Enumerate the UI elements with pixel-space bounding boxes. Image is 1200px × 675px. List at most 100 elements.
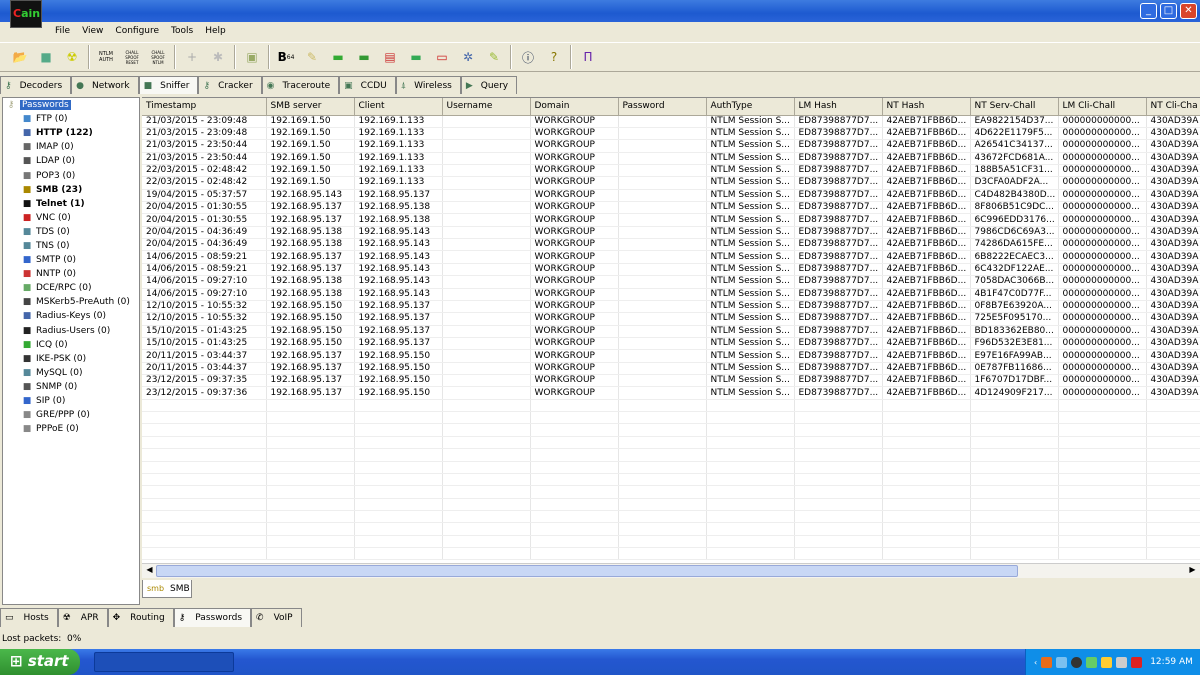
menu-help[interactable]: Help <box>205 26 226 36</box>
chall-spoof-ntlm-icon[interactable]: CHALL SPOOF NTLM <box>148 47 168 67</box>
tab-traceroute[interactable]: ◉ Traceroute <box>261 76 340 94</box>
tree-item-mysql[interactable]: ■ MySQL (0) <box>3 366 139 380</box>
tree-item-snmp[interactable]: ■ SNMP (0) <box>3 380 139 394</box>
tree-item-tns[interactable]: ■ TNS (0) <box>3 239 139 253</box>
box-icon[interactable]: ▭ <box>432 47 452 67</box>
column-header-nt-serv-chall[interactable]: NT Serv-Chall <box>970 98 1059 116</box>
tree-item-smb[interactable]: ■ SMB (23) <box>3 183 139 197</box>
table-row[interactable]: 15/10/2015 - 01:43:25 192.168.95.150 192.1… <box>142 325 1200 338</box>
sub-tab-smb[interactable]: smb SMB <box>142 580 192 598</box>
bottom-tab-apr[interactable]: ☢ APR <box>57 608 108 627</box>
tab-cracker[interactable]: ⚷ Cracker <box>198 76 262 94</box>
table-row[interactable]: 14/06/2015 - 08:59:21 192.168.95.137 192.1… <box>142 263 1200 277</box>
table-row[interactable]: 20/04/2015 - 01:30:55 192.168.95.137 192.1… <box>142 201 1200 215</box>
column-header-username[interactable]: Username <box>442 98 531 116</box>
tree-root-passwords[interactable]: ⚷ Passwords <box>3 98 139 112</box>
column-header-lm-cli-chall[interactable]: LM Cli-Chall <box>1058 98 1147 116</box>
tree-item-pop3[interactable]: ■ POP3 (0) <box>3 168 139 182</box>
scroll-left-icon[interactable]: ◀ <box>143 565 156 577</box>
start-button[interactable]: ⊞ start <box>0 649 80 675</box>
tree-item-dce-rpc[interactable]: ■ DCE/RPC (0) <box>3 281 139 295</box>
table-row[interactable]: 20/04/2015 - 04:36:49 192.168.95.138 192.1… <box>142 238 1200 252</box>
vnc-icon[interactable]: ▤ <box>380 47 400 67</box>
tree-item-radius-users[interactable]: ■ Radius-Users (0) <box>3 324 139 338</box>
sniffer-icon[interactable]: ■ <box>36 47 56 67</box>
clock[interactable]: 12:59 AM <box>1150 657 1193 667</box>
tray-app-icon[interactable] <box>1101 656 1113 668</box>
tree-item-telnet[interactable]: ■ Telnet (1) <box>3 197 139 211</box>
maximize-button[interactable]: □ <box>1160 3 1177 19</box>
chall-spoof-reset-icon[interactable]: CHALL SPOOF RESET <box>122 47 142 67</box>
column-header-smb-server[interactable]: SMB server <box>266 98 355 116</box>
rsa-icon[interactable]: ▬ <box>328 47 348 67</box>
tree-item-mskerb5-preauth[interactable]: ■ MSKerb5-PreAuth (0) <box>3 295 139 309</box>
table-row[interactable]: 12/10/2015 - 10:55:32 192.168.95.150 192.1… <box>142 300 1200 314</box>
menu-view[interactable]: View <box>82 26 103 36</box>
exit-icon[interactable]: Π <box>578 47 598 67</box>
menu-configure[interactable]: Configure <box>115 26 159 36</box>
menu-tools[interactable]: Tools <box>171 26 193 36</box>
table-row[interactable]: 21/03/2015 - 23:50:44 192.169.1.50 192.169… <box>142 139 1200 153</box>
table-row[interactable]: 19/04/2015 - 05:37:57 192.168.95.143 192.1… <box>142 189 1200 203</box>
table-row[interactable]: 20/04/2015 - 01:30:55 192.168.95.137 192.1… <box>142 213 1200 227</box>
tab-query[interactable]: ▶ Query <box>460 76 518 94</box>
info-icon[interactable]: ⓘ <box>518 47 538 67</box>
table-row[interactable]: 22/03/2015 - 02:48:42 192.169.1.50 192.169… <box>142 164 1200 178</box>
close-button[interactable]: ✕ <box>1180 3 1197 19</box>
tray-app-icon[interactable] <box>1041 656 1053 668</box>
edit-icon[interactable]: ✎ <box>484 47 504 67</box>
table-row[interactable]: 14/06/2015 - 08:59:21 192.168.95.137 192.1… <box>142 250 1200 264</box>
bottom-tab-routing[interactable]: ✥ Routing <box>107 608 174 627</box>
table-row[interactable]: 21/03/2015 - 23:09:48 192.169.1.50 192.169… <box>142 127 1200 141</box>
tab-decoders[interactable]: ⚷ Decoders <box>0 76 72 94</box>
bottom-tab-passwords[interactable]: ⚷ Passwords <box>173 608 252 627</box>
scroll-right-icon[interactable]: ▶ <box>1186 565 1199 577</box>
tray-app-icon[interactable] <box>1116 656 1128 668</box>
bottom-tab-hosts[interactable]: ▭ Hosts <box>0 608 58 627</box>
tray-expand-icon[interactable]: ‹ <box>1034 658 1037 667</box>
smb-table[interactable]: Timestamp SMB server Client Username Domain P… <box>142 97 1200 563</box>
open-icon[interactable]: 📂 <box>10 47 30 67</box>
table-row[interactable]: 20/11/2015 - 03:44:37 192.168.95.137 192.1… <box>142 362 1200 376</box>
tree-item-vnc[interactable]: ■ VNC (0) <box>3 211 139 225</box>
network-icon[interactable]: ✲ <box>458 47 478 67</box>
tree-item-ftp[interactable]: ■ FTP (0) <box>3 112 139 126</box>
scroll-thumb[interactable] <box>156 565 1018 577</box>
tree-item-imap[interactable]: ■ IMAP (0) <box>3 140 139 154</box>
column-header-client[interactable]: Client <box>354 98 443 116</box>
column-header-domain[interactable]: Domain <box>530 98 619 116</box>
column-header-password[interactable]: Password <box>618 98 707 116</box>
table-row[interactable]: 21/03/2015 - 23:50:44 192.169.1.50 192.169… <box>142 152 1200 165</box>
tree-item-sip[interactable]: ■ SIP (0) <box>3 394 139 408</box>
volume-icon[interactable] <box>1086 656 1098 668</box>
table-row[interactable]: 23/12/2015 - 09:37:36 192.168.95.137 192.1… <box>142 386 1200 400</box>
table-row[interactable]: 21/03/2015 - 23:09:48 192.169.1.50 192.169… <box>142 115 1200 128</box>
table-row[interactable]: 23/12/2015 - 09:37:35 192.168.95.137 192.1… <box>142 374 1200 388</box>
password-tree[interactable]: ⚷ Passwords ■ FTP (0) ■ HTTP (122) ■ IMAP (0) ■ L… <box>2 97 140 605</box>
column-header-nt-hash[interactable]: NT Hash <box>882 98 971 116</box>
base64-icon[interactable]: B 64 <box>276 47 296 67</box>
tree-item-nntp[interactable]: ■ NNTP (0) <box>3 267 139 281</box>
column-header-lm-hash[interactable]: LM Hash <box>794 98 883 116</box>
table-row[interactable]: 14/06/2015 - 09:27:10 192.168.95.138 192.1… <box>142 275 1200 289</box>
column-header-nt-cli-cha[interactable]: NT Cli-Cha <box>1146 98 1200 116</box>
ntlm-auth-icon[interactable]: NTLM AUTH <box>96 47 116 67</box>
tree-item-icq[interactable]: ■ ICQ (0) <box>3 338 139 352</box>
tab-network[interactable]: ● Network <box>71 76 139 94</box>
tree-item-tds[interactable]: ■ TDS (0) <box>3 225 139 239</box>
certificate-icon[interactable]: ▣ <box>242 47 262 67</box>
help-icon[interactable]: ? <box>544 47 564 67</box>
hash-icon[interactable]: ▬ <box>354 47 374 67</box>
column-header-timestamp[interactable]: Timestamp <box>142 98 267 116</box>
tray-app-icon[interactable] <box>1071 656 1083 668</box>
taskbar-item[interactable] <box>94 652 234 672</box>
network-icon[interactable] <box>1056 656 1068 668</box>
table-row[interactable]: 20/04/2015 - 04:36:49 192.168.95.138 192.1… <box>142 226 1200 240</box>
tree-item-ike-psk[interactable]: ■ IKE-PSK (0) <box>3 352 139 366</box>
tab-ccdu[interactable]: ▣ CCDU <box>339 76 396 94</box>
tab-wireless[interactable]: ⍋ Wireless <box>395 76 461 94</box>
add-icon[interactable]: + <box>182 47 202 67</box>
tree-item-http[interactable]: ■ HTTP (122) <box>3 126 139 140</box>
remove-icon[interactable]: ✱ <box>208 47 228 67</box>
tab-sniffer[interactable]: ■ Sniffer <box>138 76 199 94</box>
